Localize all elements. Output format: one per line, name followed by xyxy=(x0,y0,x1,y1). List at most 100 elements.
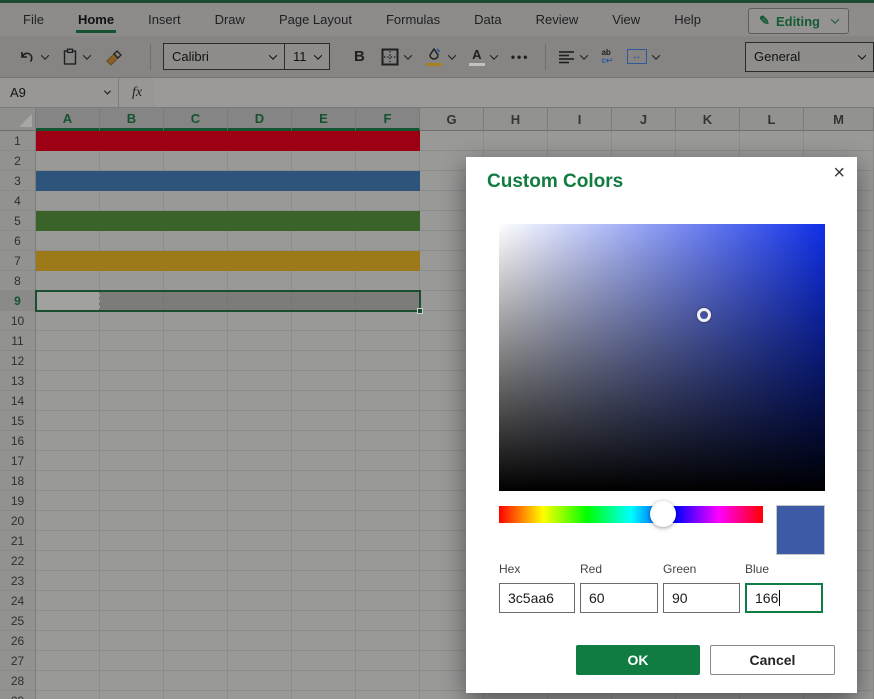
cell-a4[interactable] xyxy=(36,191,100,211)
cell-c12[interactable] xyxy=(164,351,228,371)
row-header-23[interactable]: 23 xyxy=(0,571,36,591)
column-header-a[interactable]: A xyxy=(36,108,100,131)
cell-a12[interactable] xyxy=(36,351,100,371)
cell-e14[interactable] xyxy=(292,391,356,411)
color-picker-ring[interactable] xyxy=(697,308,711,322)
formula-input[interactable] xyxy=(155,78,874,107)
cell-b23[interactable] xyxy=(100,571,164,591)
cell-d25[interactable] xyxy=(228,611,292,631)
cell-k1[interactable] xyxy=(676,131,740,151)
cell-a20[interactable] xyxy=(36,511,100,531)
column-header-b[interactable]: B xyxy=(100,108,164,131)
row-header-20[interactable]: 20 xyxy=(0,511,36,531)
column-header-i[interactable]: I xyxy=(548,108,612,131)
cell-c9[interactable] xyxy=(164,291,228,311)
cell-b9[interactable] xyxy=(100,291,164,311)
tab-draw[interactable]: Draw xyxy=(213,6,247,33)
column-header-m[interactable]: M xyxy=(804,108,874,131)
cell-f18[interactable] xyxy=(356,471,420,491)
cell-c20[interactable] xyxy=(164,511,228,531)
cell-a16[interactable] xyxy=(36,431,100,451)
row-header-9[interactable]: 9 xyxy=(0,291,36,311)
cell-f26[interactable] xyxy=(356,631,420,651)
cell-c15[interactable] xyxy=(164,411,228,431)
cell-a5[interactable] xyxy=(36,211,100,231)
tab-view[interactable]: View xyxy=(610,6,642,33)
cell-c26[interactable] xyxy=(164,631,228,651)
row-header-27[interactable]: 27 xyxy=(0,651,36,671)
cell-d28[interactable] xyxy=(228,671,292,691)
cell-c3[interactable] xyxy=(164,171,228,191)
row-header-19[interactable]: 19 xyxy=(0,491,36,511)
cell-c18[interactable] xyxy=(164,471,228,491)
cell-c11[interactable] xyxy=(164,331,228,351)
row-header-16[interactable]: 16 xyxy=(0,431,36,451)
cell-a18[interactable] xyxy=(36,471,100,491)
cell-c16[interactable] xyxy=(164,431,228,451)
row-header-4[interactable]: 4 xyxy=(0,191,36,211)
cell-d22[interactable] xyxy=(228,551,292,571)
cell-f5[interactable] xyxy=(356,211,420,231)
cell-d18[interactable] xyxy=(228,471,292,491)
format-painter-button[interactable] xyxy=(104,48,124,66)
cell-a14[interactable] xyxy=(36,391,100,411)
cell-g1[interactable] xyxy=(420,131,484,151)
cell-e28[interactable] xyxy=(292,671,356,691)
cell-f2[interactable] xyxy=(356,151,420,171)
cell-d16[interactable] xyxy=(228,431,292,451)
row-header-21[interactable]: 21 xyxy=(0,531,36,551)
cell-d3[interactable] xyxy=(228,171,292,191)
cell-f28[interactable] xyxy=(356,671,420,691)
cell-b26[interactable] xyxy=(100,631,164,651)
cell-f14[interactable] xyxy=(356,391,420,411)
column-header-h[interactable]: H xyxy=(484,108,548,131)
cell-f25[interactable] xyxy=(356,611,420,631)
cell-b28[interactable] xyxy=(100,671,164,691)
cell-b15[interactable] xyxy=(100,411,164,431)
row-header-15[interactable]: 15 xyxy=(0,411,36,431)
font-name-combo[interactable]: Calibri xyxy=(163,43,285,70)
cell-e5[interactable] xyxy=(292,211,356,231)
cell-a17[interactable] xyxy=(36,451,100,471)
cell-c24[interactable] xyxy=(164,591,228,611)
cell-d15[interactable] xyxy=(228,411,292,431)
cell-e4[interactable] xyxy=(292,191,356,211)
tab-data[interactable]: Data xyxy=(472,6,503,33)
alignment-button[interactable] xyxy=(558,50,587,64)
cell-d20[interactable] xyxy=(228,511,292,531)
cell-b29[interactable] xyxy=(100,691,164,699)
cell-f29[interactable] xyxy=(356,691,420,699)
cell-c29[interactable] xyxy=(164,691,228,699)
cell-d14[interactable] xyxy=(228,391,292,411)
cell-b2[interactable] xyxy=(100,151,164,171)
cell-b10[interactable] xyxy=(100,311,164,331)
cell-e9[interactable] xyxy=(292,291,356,311)
cell-e8[interactable] xyxy=(292,271,356,291)
cell-f20[interactable] xyxy=(356,511,420,531)
cell-e29[interactable] xyxy=(292,691,356,699)
cell-f19[interactable] xyxy=(356,491,420,511)
cell-f4[interactable] xyxy=(356,191,420,211)
cell-d21[interactable] xyxy=(228,531,292,551)
cell-d4[interactable] xyxy=(228,191,292,211)
cell-m1[interactable] xyxy=(804,131,874,151)
cell-e19[interactable] xyxy=(292,491,356,511)
cell-b19[interactable] xyxy=(100,491,164,511)
cell-f21[interactable] xyxy=(356,531,420,551)
cell-d7[interactable] xyxy=(228,251,292,271)
row-header-2[interactable]: 2 xyxy=(0,151,36,171)
row-header-13[interactable]: 13 xyxy=(0,371,36,391)
cell-f7[interactable] xyxy=(356,251,420,271)
cell-a7[interactable] xyxy=(36,251,100,271)
bold-button[interactable]: B xyxy=(354,48,365,65)
cell-c2[interactable] xyxy=(164,151,228,171)
cell-e6[interactable] xyxy=(292,231,356,251)
cell-d1[interactable] xyxy=(228,131,292,151)
cell-a2[interactable] xyxy=(36,151,100,171)
cell-b20[interactable] xyxy=(100,511,164,531)
cell-c22[interactable] xyxy=(164,551,228,571)
undo-button[interactable] xyxy=(18,48,48,66)
row-header-25[interactable]: 25 xyxy=(0,611,36,631)
column-header-f[interactable]: F xyxy=(356,108,420,131)
cell-a9[interactable] xyxy=(36,291,100,311)
